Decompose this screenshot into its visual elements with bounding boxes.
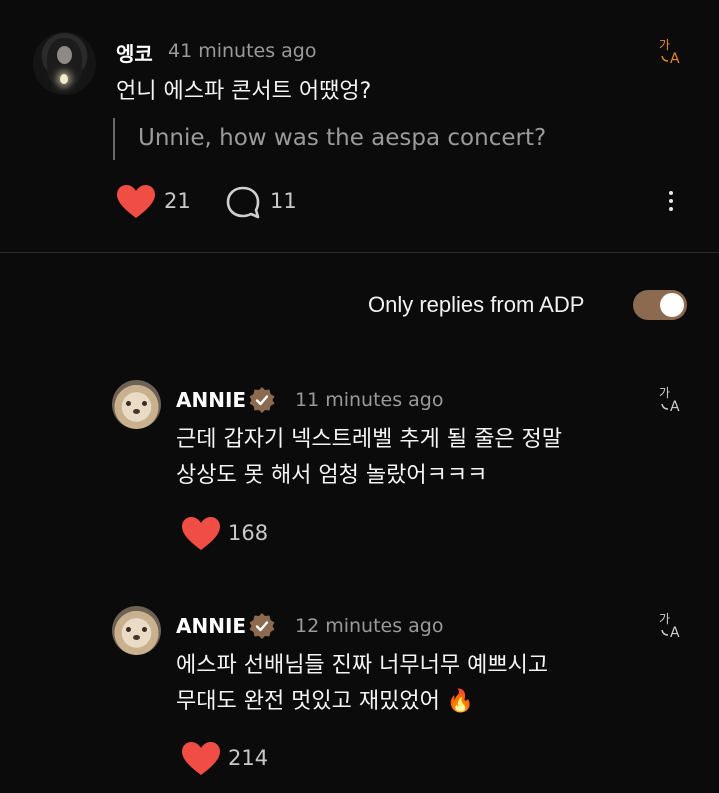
post-timestamp: 41 minutes ago <box>168 40 317 62</box>
reply-text-line-1: 에스파 선배님들 진짜 너무너무 예쁘시고 <box>176 653 549 678</box>
reply-text-line-2: 무대도 완전 멋있고 재밌었어 🔥 <box>176 689 475 714</box>
svg-text:A: A <box>670 625 680 640</box>
verified-icon <box>248 386 276 414</box>
more-icon[interactable] <box>664 188 678 214</box>
section-divider <box>0 252 719 253</box>
post-translation: Unnie, how was the aespa concert? <box>138 125 547 151</box>
reply-author-name[interactable]: ANNIE <box>176 614 246 638</box>
translate-icon[interactable]: 가 A <box>658 384 686 415</box>
post-author-avatar[interactable] <box>33 32 96 95</box>
reply-text-line-2: 상상도 못 해서 엄청 놀랐어ㅋㅋㅋ <box>176 463 488 488</box>
post-text: 언니 에스파 콘서트 어땠엉? <box>116 79 372 104</box>
post-comment-count: 11 <box>270 189 297 213</box>
post-like-count: 21 <box>164 189 191 213</box>
reply-author-avatar[interactable] <box>112 380 161 429</box>
reply-timestamp: 12 minutes ago <box>295 615 444 637</box>
verified-icon <box>248 612 276 640</box>
svg-text:가: 가 <box>659 386 670 400</box>
svg-text:가: 가 <box>659 38 670 52</box>
adp-replies-toggle[interactable] <box>633 290 687 320</box>
reply-author-name[interactable]: ANNIE <box>176 388 246 412</box>
translate-icon[interactable]: 가 A <box>658 610 686 641</box>
svg-text:A: A <box>670 51 680 66</box>
reply-timestamp: 11 minutes ago <box>295 389 444 411</box>
svg-text:A: A <box>670 399 680 414</box>
reply-like-count: 214 <box>228 746 269 770</box>
translation-quote-bar <box>113 118 115 160</box>
toggle-knob <box>660 293 684 317</box>
reply-like-count: 168 <box>228 521 269 545</box>
heart-icon[interactable] <box>116 184 156 220</box>
reply-text-line-1: 근데 갑자기 넥스트레벨 추게 될 줄은 정말 <box>176 427 563 452</box>
heart-icon[interactable] <box>181 741 221 777</box>
svg-text:가: 가 <box>659 612 670 626</box>
heart-icon[interactable] <box>181 516 221 552</box>
comment-icon[interactable] <box>225 185 263 221</box>
filter-label: Only replies from ADP <box>368 292 585 317</box>
translate-icon[interactable]: 가 A <box>658 36 686 67</box>
post-author-name[interactable]: 엥코 <box>116 38 153 67</box>
reply-author-avatar[interactable] <box>112 606 161 655</box>
